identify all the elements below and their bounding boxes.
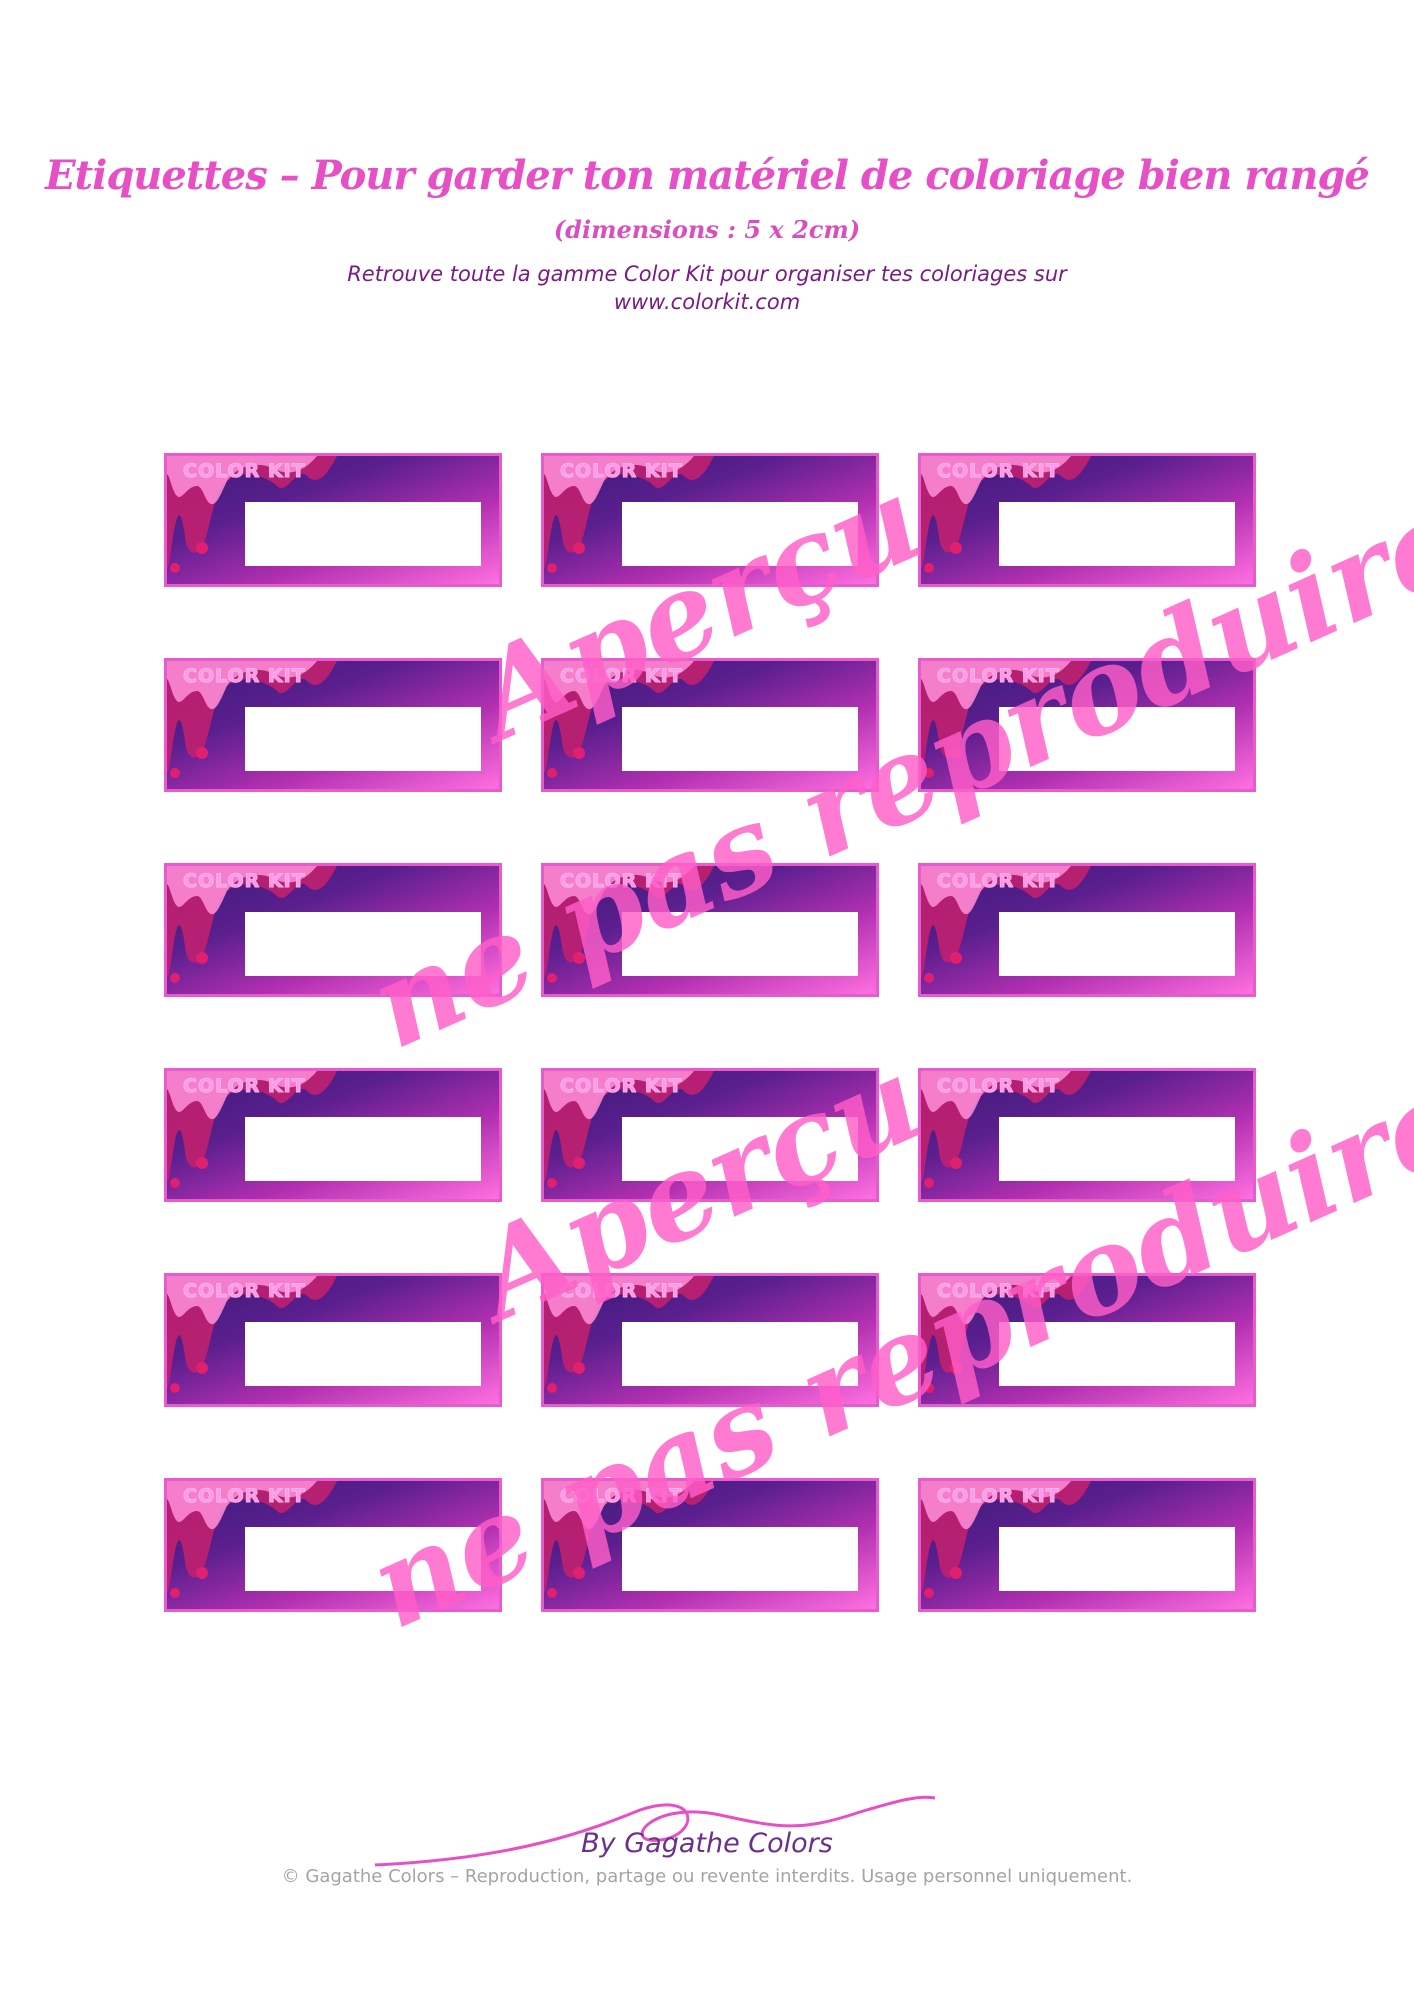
label-brand-text: COLOR KIT xyxy=(183,460,306,483)
label-brand-text: COLOR KIT xyxy=(937,665,1060,688)
footer-signature: By Gagathe Colors xyxy=(581,1828,833,1859)
label-brand-text: COLOR KIT xyxy=(937,1280,1060,1303)
label-card: COLOR KIT xyxy=(164,453,502,587)
label-card: COLOR KIT xyxy=(541,453,879,587)
label-brand-text: COLOR KIT xyxy=(183,1280,306,1303)
label-brand-text: COLOR KIT xyxy=(937,870,1060,893)
label-brand-text: COLOR KIT xyxy=(937,1485,1060,1508)
label-writing-area xyxy=(245,912,481,976)
label-card: COLOR KIT xyxy=(164,1478,502,1612)
label-brand-text: COLOR KIT xyxy=(937,460,1060,483)
label-writing-area xyxy=(999,502,1235,566)
label-writing-area xyxy=(245,1527,481,1591)
label-writing-area xyxy=(245,1117,481,1181)
label-card: COLOR KIT xyxy=(918,658,1256,792)
label-card: COLOR KIT xyxy=(164,1273,502,1407)
label-card: COLOR KIT xyxy=(541,1273,879,1407)
label-brand-text: COLOR KIT xyxy=(560,1075,683,1098)
label-writing-area xyxy=(245,707,481,771)
label-writing-area xyxy=(999,707,1235,771)
label-writing-area xyxy=(245,1322,481,1386)
label-writing-area xyxy=(999,1117,1235,1181)
label-card: COLOR KIT xyxy=(918,453,1256,587)
label-card: COLOR KIT xyxy=(918,1068,1256,1202)
label-card: COLOR KIT xyxy=(164,1068,502,1202)
label-writing-area xyxy=(999,912,1235,976)
label-card: COLOR KIT xyxy=(541,1068,879,1202)
label-grid: COLOR KIT COLOR KIT COLOR KIT COLOR KIT COLO… xyxy=(0,0,1414,2000)
label-card: COLOR KIT xyxy=(164,658,502,792)
label-card: COLOR KIT xyxy=(541,1478,879,1612)
label-writing-area xyxy=(245,502,481,566)
label-writing-area xyxy=(622,707,858,771)
label-brand-text: COLOR KIT xyxy=(183,1075,306,1098)
footer-copyright: © Gagathe Colors – Reproduction, partage… xyxy=(281,1866,1133,1887)
label-brand-text: COLOR KIT xyxy=(183,1485,306,1508)
label-brand-text: COLOR KIT xyxy=(183,665,306,688)
label-writing-area xyxy=(999,1527,1235,1591)
label-writing-area xyxy=(622,1117,858,1181)
label-brand-text: COLOR KIT xyxy=(560,870,683,893)
label-card: COLOR KIT xyxy=(918,863,1256,997)
label-brand-text: COLOR KIT xyxy=(560,460,683,483)
label-brand-text: COLOR KIT xyxy=(560,1485,683,1508)
label-brand-text: COLOR KIT xyxy=(560,1280,683,1303)
label-card: COLOR KIT xyxy=(918,1478,1256,1612)
label-writing-area xyxy=(999,1322,1235,1386)
label-card: COLOR KIT xyxy=(541,658,879,792)
label-card: COLOR KIT xyxy=(918,1273,1256,1407)
label-brand-text: COLOR KIT xyxy=(183,870,306,893)
label-card: COLOR KIT xyxy=(541,863,879,997)
label-writing-area xyxy=(622,1322,858,1386)
label-card: COLOR KIT xyxy=(164,863,502,997)
label-brand-text: COLOR KIT xyxy=(560,665,683,688)
label-writing-area xyxy=(622,502,858,566)
label-writing-area xyxy=(622,912,858,976)
label-writing-area xyxy=(622,1527,858,1591)
label-brand-text: COLOR KIT xyxy=(937,1075,1060,1098)
